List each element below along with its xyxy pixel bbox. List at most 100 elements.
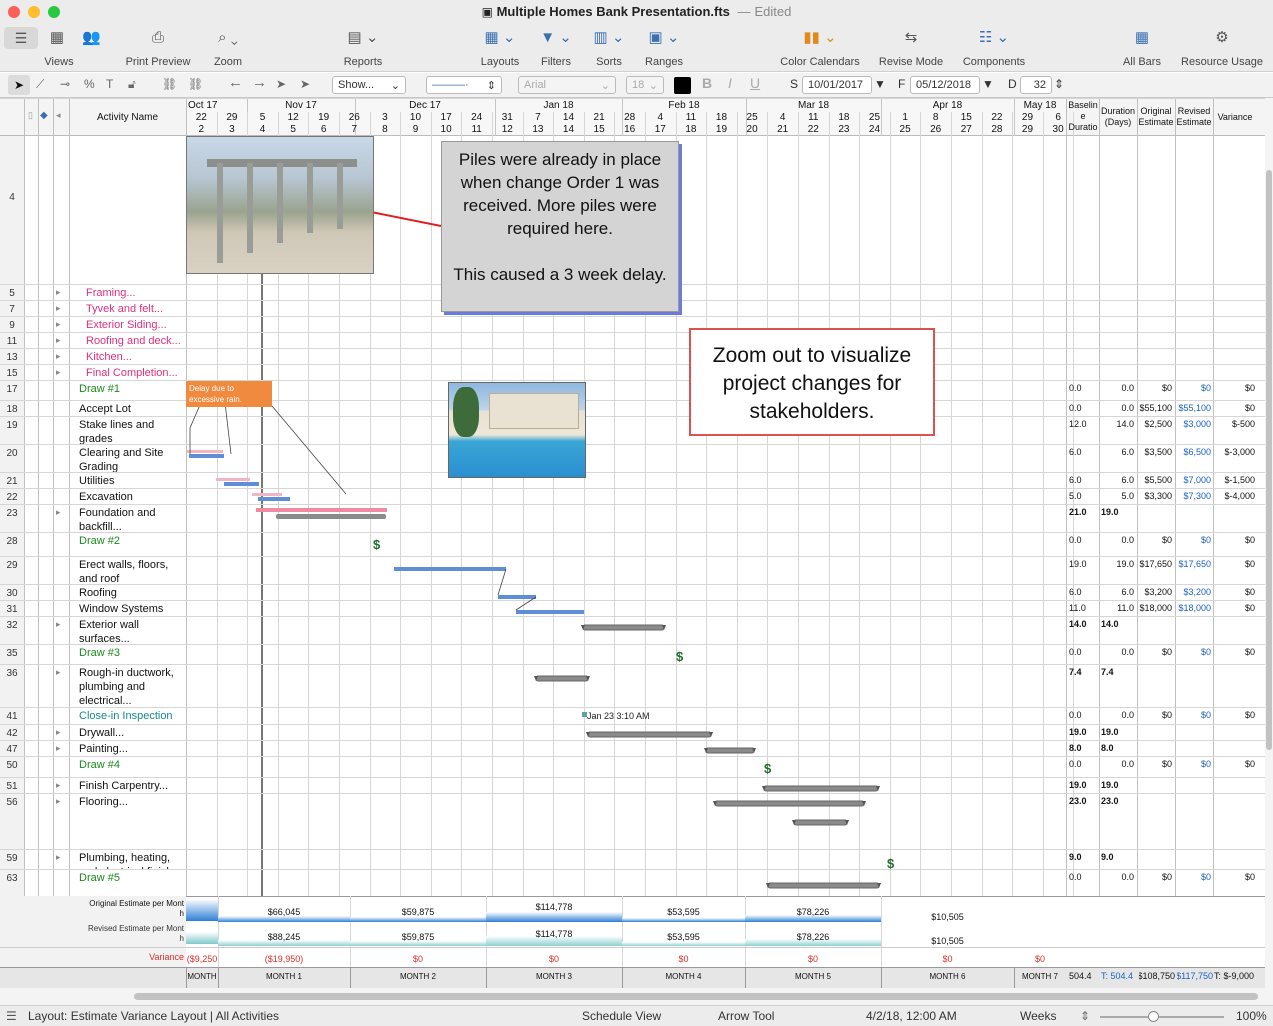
view-status: Schedule View bbox=[582, 1009, 662, 1023]
horizontal-scrollbar[interactable] bbox=[0, 988, 1273, 1005]
duration-label: D bbox=[1008, 77, 1017, 91]
start-label: S bbox=[790, 77, 799, 91]
summary-bar[interactable] bbox=[714, 800, 865, 807]
timescale-stepper[interactable]: ⇕ bbox=[1080, 1009, 1090, 1023]
delay-note[interactable]: Delay due to excessive rain. bbox=[186, 381, 272, 407]
variance-month-value: $0 bbox=[412, 954, 423, 964]
start-date-field[interactable]: 10/01/2017 bbox=[802, 76, 872, 94]
horizontal-scroll-thumb[interactable] bbox=[134, 993, 1258, 1000]
percent-tool-icon[interactable]: % bbox=[84, 77, 95, 91]
ranges-button[interactable]: ▣ ⌄ Ranges bbox=[642, 26, 686, 68]
activity-bar[interactable] bbox=[258, 497, 290, 501]
baseline-bar[interactable] bbox=[256, 508, 387, 512]
underline-button[interactable]: U bbox=[750, 75, 760, 91]
total-revised: $117,750 bbox=[1177, 971, 1213, 981]
original-month-value: $114,778 bbox=[535, 902, 573, 912]
timescale-select[interactable]: Weeks bbox=[1020, 1009, 1056, 1023]
reports-button[interactable]: ▤ ⌄ Reports bbox=[338, 26, 388, 68]
italic-button[interactable]: I bbox=[728, 75, 732, 91]
font-size-dropdown[interactable]: 18 ⌄ bbox=[626, 76, 664, 94]
schedule-grid: ▯ ◆ ◂ Activity Name Oct 17 Nov 17 Dec 17 Ja… bbox=[0, 98, 1265, 988]
original-month-value: $78,226 bbox=[796, 907, 830, 917]
resource-usage-button[interactable]: ⚙ Resource Usage bbox=[1176, 26, 1268, 68]
start-date-dropdown-icon[interactable]: ▼ bbox=[874, 77, 886, 91]
baseline-bar[interactable] bbox=[187, 450, 223, 453]
zoom-slider[interactable] bbox=[1100, 1011, 1224, 1022]
bold-button[interactable]: B bbox=[702, 75, 712, 91]
dependency-line[interactable] bbox=[497, 568, 507, 596]
zoom-percent: 100% bbox=[1236, 1009, 1267, 1023]
draw-milestone-icon[interactable]: $ bbox=[676, 649, 684, 664]
link-icon[interactable]: ⛓ bbox=[162, 77, 177, 91]
summary-bar[interactable] bbox=[793, 819, 848, 826]
summary-bar[interactable] bbox=[582, 624, 665, 631]
sidebar-list-icon[interactable]: ☰ bbox=[6, 1009, 17, 1023]
baseline-bar[interactable] bbox=[216, 478, 250, 481]
views-button[interactable]: ▦ Views bbox=[40, 26, 74, 68]
filters-button[interactable]: ▼ ⌄ Filters bbox=[536, 26, 576, 68]
summary-bar[interactable] bbox=[767, 882, 880, 889]
document-title: Multiple Homes Bank Presentation.fts bbox=[496, 4, 730, 19]
finish-date-dropdown-icon[interactable]: ▼ bbox=[982, 77, 994, 91]
summary-bar[interactable] bbox=[587, 731, 712, 738]
unlock-icon[interactable]: 🔓︎ bbox=[128, 77, 136, 92]
finish-date-field[interactable]: 05/12/2018 bbox=[910, 76, 980, 94]
revised-month-value: $53,595 bbox=[667, 932, 700, 942]
activity-bar[interactable] bbox=[498, 595, 536, 599]
zoom-button[interactable]: ⌕ ⌄ Zoom bbox=[206, 26, 250, 68]
arrow-tool-icon[interactable]: ➤ bbox=[8, 75, 30, 95]
zoom-slider-knob[interactable] bbox=[1148, 1011, 1159, 1022]
piles-callout[interactable]: Piles were already in place when change … bbox=[441, 141, 679, 312]
show-dropdown[interactable]: Show... ⌄ bbox=[332, 76, 406, 94]
revised-histogram-bar bbox=[186, 932, 218, 944]
inspection-date-label: Jan 23 3:10 AM bbox=[587, 711, 650, 721]
draw-milestone-icon[interactable]: $ bbox=[887, 856, 895, 871]
vertical-scrollbar[interactable] bbox=[1265, 98, 1273, 988]
color-swatch[interactable] bbox=[674, 77, 691, 94]
draw-milestone-icon[interactable]: $ bbox=[764, 761, 772, 776]
revised-histogram-bar bbox=[622, 942, 745, 946]
forward-arrow-icon[interactable]: → bbox=[252, 74, 267, 91]
baseline-bar[interactable] bbox=[252, 493, 282, 496]
activity-bar[interactable] bbox=[516, 610, 584, 614]
histogram-divider bbox=[0, 947, 1265, 948]
summary-bar[interactable] bbox=[535, 675, 589, 682]
month-label: MONTH 3 bbox=[536, 972, 572, 981]
print-preview-button[interactable]: ⎙ Print Preview bbox=[118, 26, 198, 68]
link-tool-icon[interactable]: ⊸ bbox=[60, 77, 70, 91]
summary-bar[interactable] bbox=[763, 785, 879, 792]
zoom-callout[interactable]: Zoom out to visualize project changes fo… bbox=[689, 328, 935, 436]
font-dropdown[interactable]: Arial ⌄ bbox=[518, 76, 616, 94]
summary-bar[interactable] bbox=[276, 514, 386, 519]
sorts-button[interactable]: ▥ ⌄ Sorts bbox=[590, 26, 628, 68]
people-icon[interactable]: 👥 bbox=[82, 28, 101, 46]
text-tool-icon[interactable]: T bbox=[106, 77, 113, 91]
activity-bar[interactable] bbox=[224, 482, 259, 486]
unlink-icon[interactable]: ⛓ bbox=[188, 77, 203, 91]
color-calendars-button[interactable]: ▮▮ ⌄ Color Calendars bbox=[774, 26, 866, 68]
pointer-move-icon[interactable]: ➤ bbox=[276, 77, 286, 91]
pointer-filter-icon[interactable]: ➤ bbox=[300, 77, 310, 91]
back-arrow-icon[interactable]: ← bbox=[228, 74, 243, 91]
sidebar-toggle-icon[interactable]: ☰ bbox=[4, 27, 38, 49]
original-histogram-bar bbox=[186, 899, 218, 921]
draw-milestone-icon[interactable]: $ bbox=[373, 537, 381, 552]
toolbar: ☰ ▦ Views 👥 ⎙ Print Preview ⌕ ⌄ Zoom ▤ ⌄ Rep… bbox=[0, 24, 1273, 72]
original-month-value: $59,875 bbox=[401, 907, 435, 917]
activity-bar[interactable] bbox=[394, 567, 506, 571]
duration-stepper[interactable]: ⇕ bbox=[1054, 77, 1064, 91]
summary-bar[interactable] bbox=[705, 747, 755, 754]
line-tool-icon[interactable]: ⟋ bbox=[36, 77, 44, 92]
line-style-dropdown[interactable]: ———· ⇕ bbox=[426, 76, 502, 94]
all-bars-button[interactable]: ▦ All Bars bbox=[1118, 26, 1166, 68]
vertical-scroll-thumb[interactable] bbox=[1266, 170, 1272, 750]
dependency-line[interactable] bbox=[271, 405, 347, 495]
revise-mode-button[interactable]: ⇆ Revise Mode bbox=[874, 26, 948, 68]
components-button[interactable]: ☷ ⌄ Components bbox=[956, 26, 1032, 68]
activity-bar[interactable] bbox=[189, 454, 224, 458]
month-label: MONTH 7 bbox=[1022, 972, 1058, 981]
piles-callout-text: Piles were already in place when change … bbox=[453, 150, 667, 284]
duration-field[interactable]: 32 bbox=[1020, 76, 1052, 94]
variance-row-label: Variance bbox=[149, 952, 184, 962]
layouts-button[interactable]: ▦ ⌄ Layouts bbox=[476, 26, 524, 68]
